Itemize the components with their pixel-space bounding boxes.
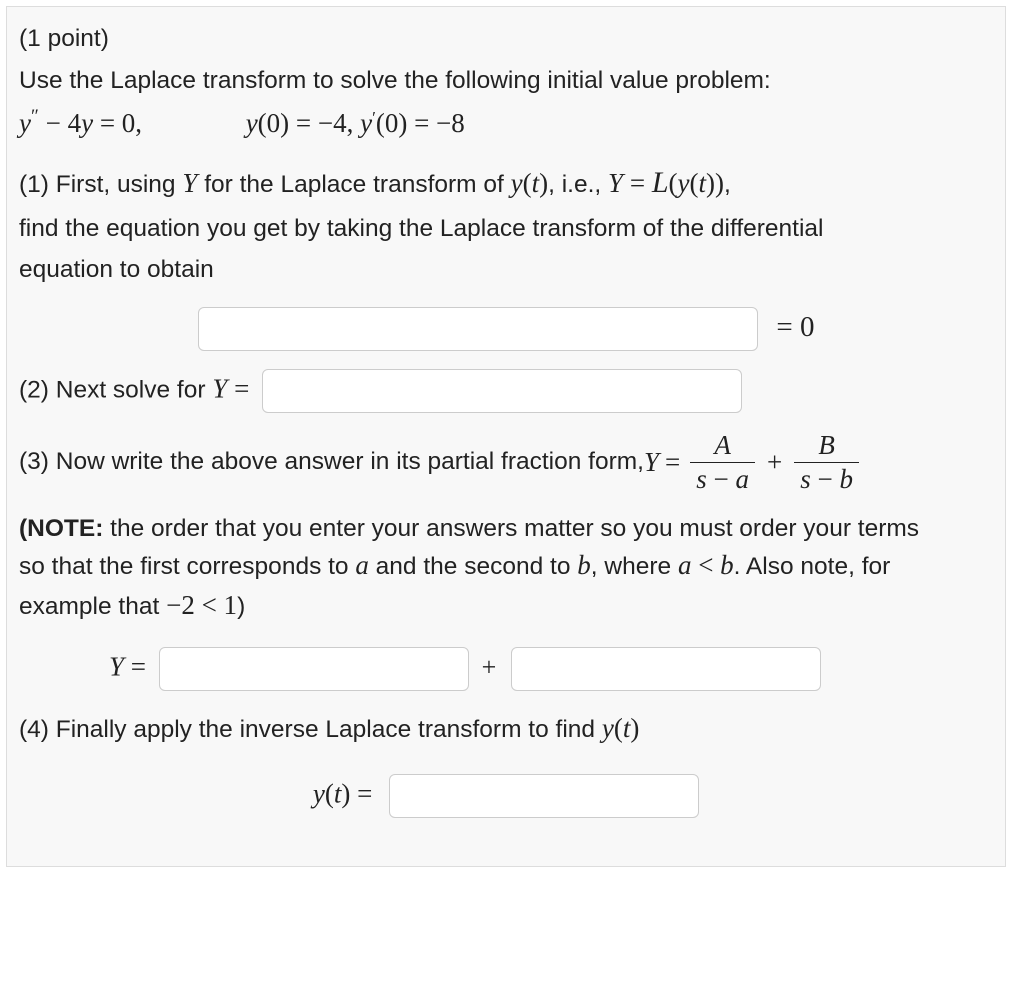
part4-answer-row: y(t) = (19, 774, 993, 818)
part4-text: (4) Finally apply the inverse Laplace tr… (19, 709, 993, 748)
ode-equation: y″ (19, 108, 39, 138)
ic2: y (360, 108, 372, 138)
part1-text: (1) First, using Y for the Laplace trans… (19, 161, 993, 205)
part3-input-a[interactable] (159, 647, 469, 691)
problem-container: (1 point) Use the Laplace transform to s… (6, 6, 1006, 867)
laplace-symbol: L (652, 166, 669, 199)
fraction-A: A s − a (686, 431, 759, 493)
part3-answer-row: Y = + (109, 647, 993, 691)
part2-input[interactable] (262, 369, 742, 413)
points-label: (1 point) (19, 21, 993, 57)
part1-answer-row: = 0 (19, 306, 993, 352)
part1-line2: find the equation you get by taking the … (19, 211, 993, 247)
part1-input[interactable] (198, 307, 758, 351)
part4-input[interactable] (389, 774, 699, 818)
part2-row: (2) Next solve for Y = (19, 369, 993, 413)
intro-text: Use the Laplace transform to solve the f… (19, 63, 993, 99)
part1-rhs: = 0 (776, 311, 814, 343)
part1-line3: equation to obtain (19, 252, 993, 288)
ic1: y (246, 108, 258, 138)
part3-input-b[interactable] (511, 647, 821, 691)
ode-row: y″ − 4y = 0, y(0) = −4, y′(0) = −8 (19, 104, 993, 143)
fraction-B: B s − b (790, 431, 863, 493)
part3-row: (3) Now write the above answer in its pa… (19, 431, 993, 493)
note-text: (NOTE: the order that you enter your ans… (19, 511, 993, 625)
